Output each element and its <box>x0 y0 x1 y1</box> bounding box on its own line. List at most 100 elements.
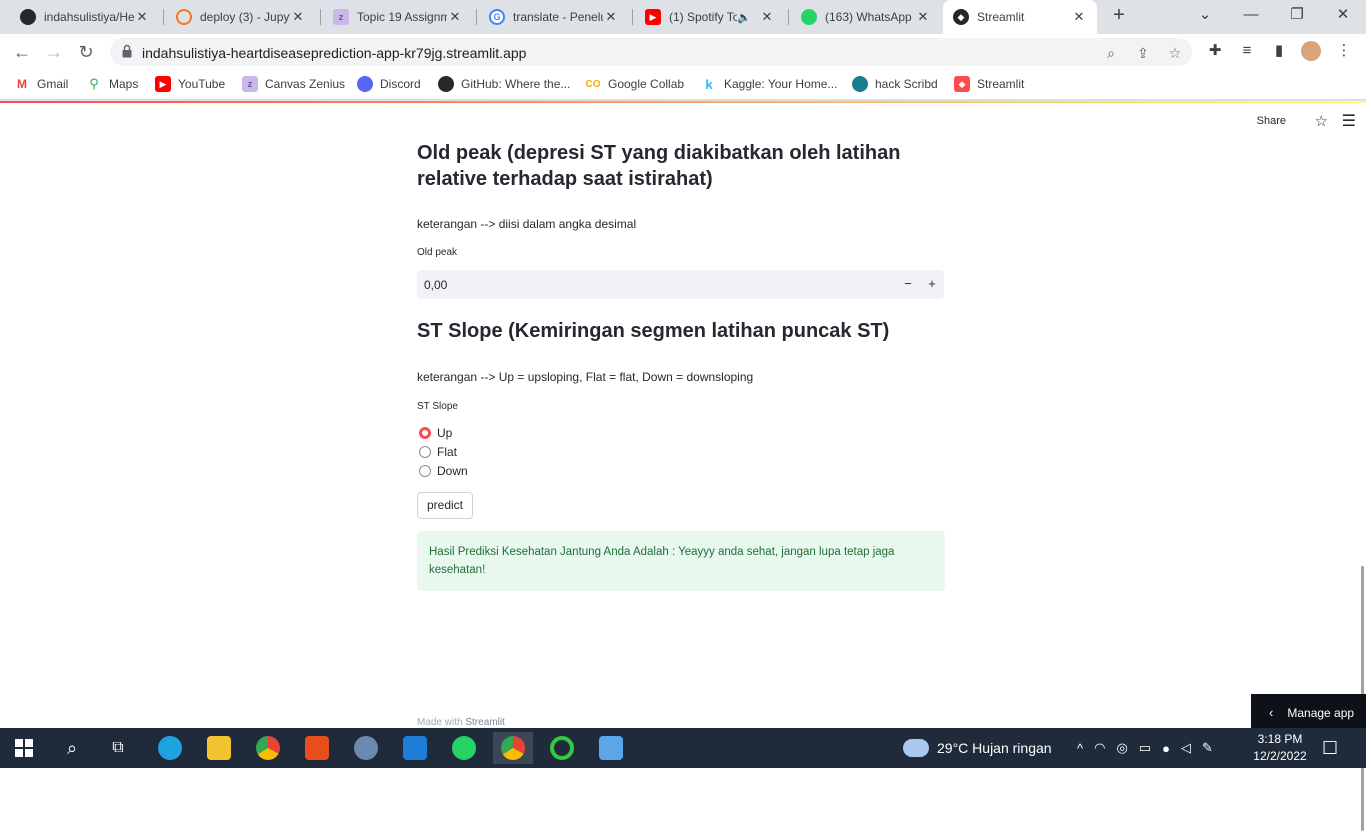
system-tray[interactable]: ^ ◠ ◎ ▭ ● ◁ ✎ <box>1077 728 1224 768</box>
lock-icon <box>122 44 132 58</box>
close-icon[interactable]: ✕ <box>603 9 619 25</box>
address-bar[interactable]: indahsulistiya-heartdiseaseprediction-ap… <box>110 38 1192 66</box>
bookmark-discord[interactable]: Discord <box>357 76 421 92</box>
close-icon[interactable]: ✕ <box>915 9 931 25</box>
share-button[interactable]: Share <box>1257 115 1286 127</box>
bookmark-gmail[interactable]: M Gmail <box>14 76 68 92</box>
bookmarks-bar: M Gmail ⚲ Maps ▶ YouTube z Canvas Zenius… <box>0 70 1366 100</box>
close-icon[interactable]: ✕ <box>759 9 775 25</box>
youtube-icon: ▶ <box>155 76 171 92</box>
taskbar-chrome-active[interactable] <box>493 732 533 764</box>
star-icon[interactable]: ☆ <box>1315 112 1328 130</box>
radio-option-down[interactable]: Down <box>419 464 468 478</box>
bookmark-label: Google Collab <box>608 77 685 91</box>
notifications-icon[interactable]: ☐ <box>1322 728 1338 768</box>
close-icon[interactable]: ✕ <box>134 9 150 25</box>
network-icon[interactable]: ◎ <box>1116 740 1138 756</box>
tab-title: deploy (3) - Jupyt <box>200 10 290 24</box>
bookmark-star-icon[interactable]: ☆ <box>1166 44 1184 62</box>
radio-label: Up <box>437 426 453 440</box>
taskbar-calculator[interactable] <box>346 732 386 764</box>
taskbar-loading-app[interactable] <box>542 732 582 764</box>
bookmark-streamlit[interactable]: ◆ Streamlit <box>954 76 1024 92</box>
forward-button[interactable]: → <box>42 40 66 64</box>
tab-youtube[interactable]: ▶ (1) Spotify To 🔈 ✕ <box>635 0 785 34</box>
radio-unselected-icon[interactable] <box>419 446 431 458</box>
notification-badge-icon[interactable]: ● <box>1162 741 1181 756</box>
radio-unselected-icon[interactable] <box>419 465 431 477</box>
zoom-search-icon[interactable]: ⌕ <box>1102 44 1120 62</box>
taskbar-remote-desktop[interactable] <box>591 732 631 764</box>
tab-zenius[interactable]: z Topic 19 Assignm ✕ <box>323 0 473 34</box>
zenius-icon: z <box>333 9 349 25</box>
tab-title: translate - Penelu <box>513 10 603 24</box>
predict-button[interactable]: predict <box>417 492 473 519</box>
task-view-icon[interactable]: ⧉ <box>98 732 138 764</box>
search-icon[interactable]: ⌕ <box>52 732 92 764</box>
clock[interactable]: 3:18 PM 12/2/2022 <box>1250 731 1310 765</box>
chrome-icon <box>256 736 280 760</box>
taskbar-media-player[interactable] <box>395 732 435 764</box>
tab-whatsapp[interactable]: (163) WhatsApp ✕ <box>791 0 941 34</box>
start-button[interactable] <box>4 732 44 764</box>
footer-link[interactable]: Streamlit <box>465 717 504 728</box>
tab-search-icon[interactable]: ⌄ <box>1182 0 1228 34</box>
bookmark-youtube[interactable]: ▶ YouTube <box>155 76 225 92</box>
bookmark-hack-scribd[interactable]: hack Scribd <box>852 76 938 92</box>
close-icon[interactable]: ✕ <box>1071 9 1087 25</box>
close-icon[interactable]: ✕ <box>290 9 306 25</box>
hamburger-menu-icon[interactable]: ☰ <box>1342 111 1356 131</box>
tab-title: (1) Spotify To <box>669 10 738 24</box>
radio-option-flat[interactable]: Flat <box>419 445 457 459</box>
battery-icon[interactable]: ▭ <box>1139 740 1162 756</box>
taskbar-edge[interactable] <box>150 732 190 764</box>
manage-app-button[interactable]: ‹ Manage app <box>1251 694 1366 731</box>
taskbar-whatsapp[interactable] <box>444 732 484 764</box>
restore-button[interactable]: ❐ <box>1274 0 1320 34</box>
scribd-icon <box>852 76 868 92</box>
increment-button[interactable]: + <box>922 274 942 294</box>
reload-button[interactable]: ↻ <box>74 40 98 64</box>
taskbar-office[interactable] <box>297 732 337 764</box>
chevron-up-icon[interactable]: ^ <box>1077 741 1094 756</box>
decrement-button[interactable]: − <box>898 274 918 294</box>
extensions-icon[interactable]: ✚ <box>1205 41 1225 61</box>
bookmark-canvas-zenius[interactable]: z Canvas Zenius <box>242 76 345 92</box>
weather-text: 29°C Hujan ringan <box>937 740 1052 756</box>
minimize-button[interactable]: — <box>1228 0 1274 34</box>
streamlit-icon: ◆ <box>954 76 970 92</box>
share-icon[interactable]: ⇪ <box>1134 44 1152 62</box>
close-window-button[interactable]: ✕ <box>1320 0 1366 34</box>
kaggle-icon: k <box>701 76 717 92</box>
pen-icon[interactable]: ✎ <box>1202 740 1224 756</box>
taskbar-chrome[interactable] <box>248 732 288 764</box>
oldpeak-number-input[interactable]: 0,00 − + <box>417 270 944 299</box>
maps-icon: ⚲ <box>86 76 102 92</box>
speaker-icon[interactable]: 🔈 <box>737 11 751 24</box>
media-control-icon[interactable]: ≡ <box>1237 41 1257 61</box>
more-menu-icon[interactable]: ⋮ <box>1334 41 1354 61</box>
bookmark-github[interactable]: GitHub: Where the... <box>438 76 570 92</box>
bookmark-label: GitHub: Where the... <box>461 77 571 91</box>
back-button[interactable]: ← <box>10 40 34 64</box>
bookmark-kaggle[interactable]: k Kaggle: Your Home... <box>701 76 837 92</box>
tab-google-translate[interactable]: G translate - Penelu ✕ <box>479 0 629 34</box>
radio-option-up[interactable]: Up <box>419 426 452 440</box>
close-icon[interactable]: ✕ <box>447 9 463 25</box>
new-tab-button[interactable]: + <box>1108 5 1130 27</box>
volume-icon[interactable]: ◁ <box>1181 740 1202 756</box>
bookmark-label: Streamlit <box>977 77 1025 91</box>
bookmark-colab[interactable]: CO Google Collab <box>585 76 684 92</box>
wifi-icon[interactable]: ◠ <box>1094 740 1116 756</box>
radio-selected-icon[interactable] <box>419 427 431 439</box>
google-icon: G <box>489 9 505 25</box>
profile-avatar[interactable] <box>1301 41 1321 61</box>
oldpeak-value[interactable]: 0,00 <box>424 278 447 292</box>
bookmark-maps[interactable]: ⚲ Maps <box>86 76 138 92</box>
tab-github[interactable]: indahsulistiya/He ✕ <box>10 0 160 34</box>
tab-jupyter[interactable]: deploy (3) - Jupyt ✕ <box>166 0 316 34</box>
weather-widget[interactable]: 29°C Hujan ringan <box>903 728 1052 768</box>
side-panel-icon[interactable]: ▮ <box>1269 41 1289 61</box>
taskbar-file-explorer[interactable] <box>199 732 239 764</box>
tab-streamlit[interactable]: ◆ Streamlit ✕ <box>943 0 1097 34</box>
